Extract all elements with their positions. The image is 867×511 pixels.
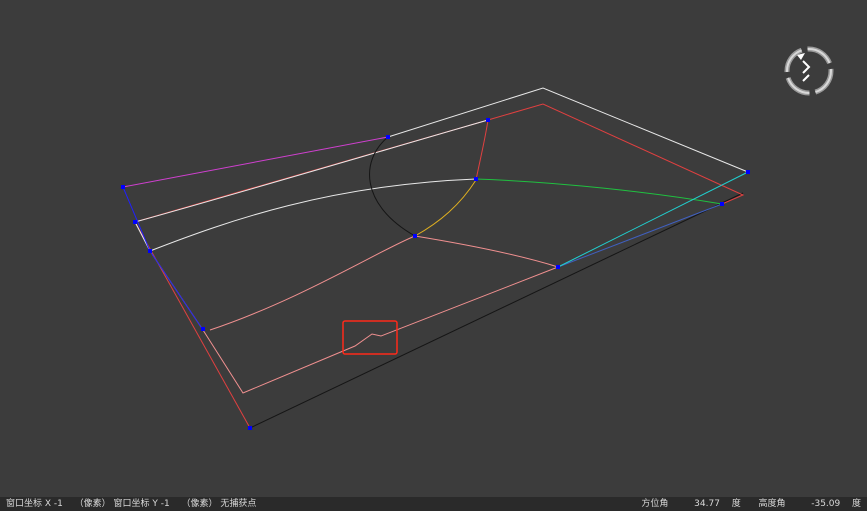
- curve-white-middle[interactable]: [134, 119, 489, 223]
- control-point[interactable]: [486, 118, 490, 122]
- pixel-unit-2: （像素）: [181, 499, 218, 509]
- curve-green[interactable]: [475, 178, 723, 205]
- curve-red-vertical[interactable]: [475, 119, 489, 181]
- control-point[interactable]: [201, 327, 205, 331]
- window-x-label: 窗口坐标 X: [6, 499, 52, 509]
- curve-pink-bottom[interactable]: [202, 266, 559, 394]
- control-point[interactable]: [133, 220, 137, 224]
- curve-pink-arc[interactable]: [209, 235, 559, 331]
- curve-blue-left[interactable]: [122, 186, 204, 331]
- control-point[interactable]: [474, 177, 478, 181]
- curve-white-lower[interactable]: [149, 178, 477, 252]
- control-point[interactable]: [121, 185, 125, 189]
- curve-red-top[interactable]: [134, 103, 745, 223]
- curve-yellow-center[interactable]: [414, 179, 477, 237]
- elevation-unit: 度: [851, 499, 861, 509]
- window-y-label: 窗口坐标 Y: [113, 499, 158, 509]
- curve-magenta[interactable]: [122, 136, 389, 188]
- rotate-view-icon[interactable]: [784, 46, 834, 96]
- status-right: 方位角 34.77 度 高度角 -35.09 度: [641, 497, 861, 511]
- azimuth-value: 34.77: [694, 499, 720, 509]
- window-x-value: -1: [53, 499, 63, 509]
- curve-scene[interactable]: [0, 0, 867, 497]
- control-point[interactable]: [413, 234, 417, 238]
- curve-white-top[interactable]: [387, 87, 749, 173]
- 3d-viewport[interactable]: [0, 0, 867, 497]
- azimuth-unit: 度: [731, 499, 741, 509]
- control-point[interactable]: [386, 135, 390, 139]
- pixel-unit-1: （像素）: [74, 499, 111, 509]
- status-left: 窗口坐标 X -1 （像素） 窗口坐标 Y -1 （像素） 无捕获点: [6, 497, 256, 511]
- capture-state: 无捕获点: [220, 499, 257, 509]
- window-y-value: -1: [160, 499, 170, 509]
- control-point[interactable]: [556, 265, 560, 269]
- azimuth-label: 方位角: [641, 499, 669, 509]
- elevation-value: -35.09: [811, 499, 841, 509]
- highlight-box: [342, 320, 398, 355]
- control-points[interactable]: [121, 118, 750, 430]
- control-point[interactable]: [248, 426, 252, 430]
- elevation-label: 高度角: [758, 499, 786, 509]
- control-point[interactable]: [720, 202, 724, 206]
- control-point[interactable]: [746, 170, 750, 174]
- status-bar: 窗口坐标 X -1 （像素） 窗口坐标 Y -1 （像素） 无捕获点 方位角 3…: [0, 497, 867, 511]
- curve-blue-right[interactable]: [557, 203, 723, 268]
- curve-black-edge[interactable]: [249, 192, 744, 429]
- control-point[interactable]: [148, 249, 152, 253]
- curve-red-boundary[interactable]: [134, 221, 251, 429]
- curve-red-top-left[interactable]: [135, 137, 388, 222]
